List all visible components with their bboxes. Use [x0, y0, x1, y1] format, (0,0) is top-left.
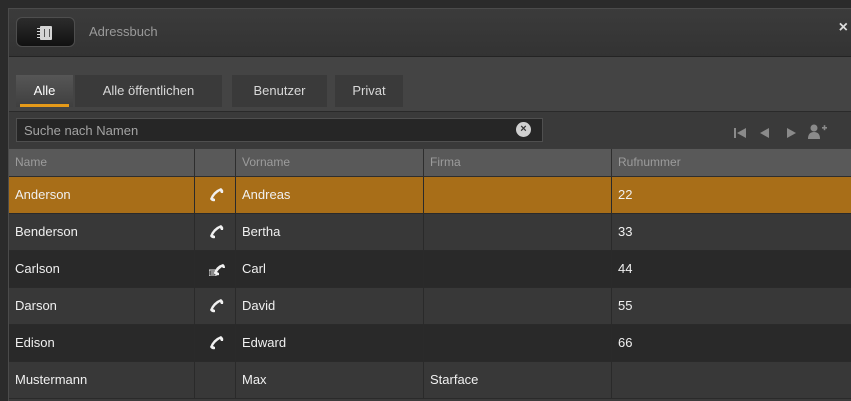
cell-firma — [424, 177, 612, 213]
column-header-name[interactable]: Name — [9, 149, 195, 176]
table-row[interactable]: Carlson Carl 44 — [9, 251, 851, 288]
cell-rufnummer: 66 — [618, 335, 633, 350]
cell-firma — [424, 214, 612, 250]
cell-rufnummer — [612, 362, 851, 398]
cell-name: Edison — [9, 325, 195, 361]
cell-vorname: Carl — [236, 251, 424, 287]
cell-rufnummer: 33 — [618, 224, 633, 239]
cell-vorname: Edward — [236, 325, 424, 361]
cell-vorname: David — [236, 288, 424, 324]
table-row[interactable]: Edison Edward 66 — [9, 325, 851, 362]
search-bar: × — [9, 112, 851, 148]
first-page-icon[interactable] — [734, 128, 746, 138]
phone-icon[interactable] — [195, 177, 236, 213]
title-bar: Adressbuch × — [9, 9, 851, 57]
contacts-table: Name Vorname Firma Rufnummer Anderson An… — [9, 149, 851, 399]
phone-icon[interactable] — [195, 214, 236, 250]
search-input[interactable] — [16, 118, 543, 142]
cell-firma — [424, 288, 612, 324]
table-row[interactable]: Benderson Bertha 33 — [9, 214, 851, 251]
cell-firma: Starface — [424, 362, 612, 398]
cell-icon-empty — [195, 362, 236, 398]
tab-bar: Alle Alle öffentlichen Benutzer Privat — [9, 57, 851, 112]
add-contact-icon[interactable] — [807, 124, 827, 140]
address-book-button[interactable] — [16, 17, 75, 47]
cell-firma — [424, 325, 612, 361]
cell-name: Benderson — [9, 214, 195, 250]
clear-search-icon[interactable]: × — [516, 122, 531, 137]
close-icon[interactable]: × — [839, 19, 848, 37]
tab-privat[interactable]: Privat — [335, 75, 403, 107]
address-book-icon — [37, 26, 52, 40]
phone-icon[interactable] — [195, 288, 236, 324]
column-header-icon[interactable] — [195, 149, 236, 176]
cell-name: Carlson — [9, 251, 195, 287]
cell-vorname: Max — [236, 362, 424, 398]
tab-benutzer[interactable]: Benutzer — [232, 75, 327, 107]
column-header-vorname[interactable]: Vorname — [236, 149, 424, 176]
table-row[interactable]: Mustermann Max Starface — [9, 362, 851, 399]
prev-page-icon[interactable] — [760, 128, 770, 138]
cell-firma — [424, 251, 612, 287]
cell-rufnummer: 22 — [618, 187, 633, 202]
phone-list-icon[interactable] — [195, 251, 236, 287]
cell-name: Darson — [9, 288, 195, 324]
cell-name: Anderson — [9, 177, 195, 213]
cell-vorname: Andreas — [236, 177, 424, 213]
cell-rufnummer: 44 — [618, 261, 633, 276]
table-header: Name Vorname Firma Rufnummer — [9, 149, 851, 177]
cell-name: Mustermann — [9, 362, 195, 398]
cell-vorname: Bertha — [236, 214, 424, 250]
cell-rufnummer: 55 — [618, 298, 633, 313]
tab-alle[interactable]: Alle — [16, 75, 73, 107]
tab-alle-oeffentlichen[interactable]: Alle öffentlichen — [75, 75, 222, 107]
column-header-rufnummer[interactable]: Rufnummer — [612, 149, 851, 176]
table-row[interactable]: Anderson Andreas 22 — [9, 177, 851, 214]
column-header-firma[interactable]: Firma — [424, 149, 612, 176]
table-row[interactable]: Darson David 55 — [9, 288, 851, 325]
phone-icon[interactable] — [195, 325, 236, 361]
address-book-window: Adressbuch × Alle Alle öffentlichen Benu… — [8, 8, 851, 401]
window-title: Adressbuch — [89, 24, 158, 39]
next-page-icon[interactable] — [786, 128, 796, 138]
